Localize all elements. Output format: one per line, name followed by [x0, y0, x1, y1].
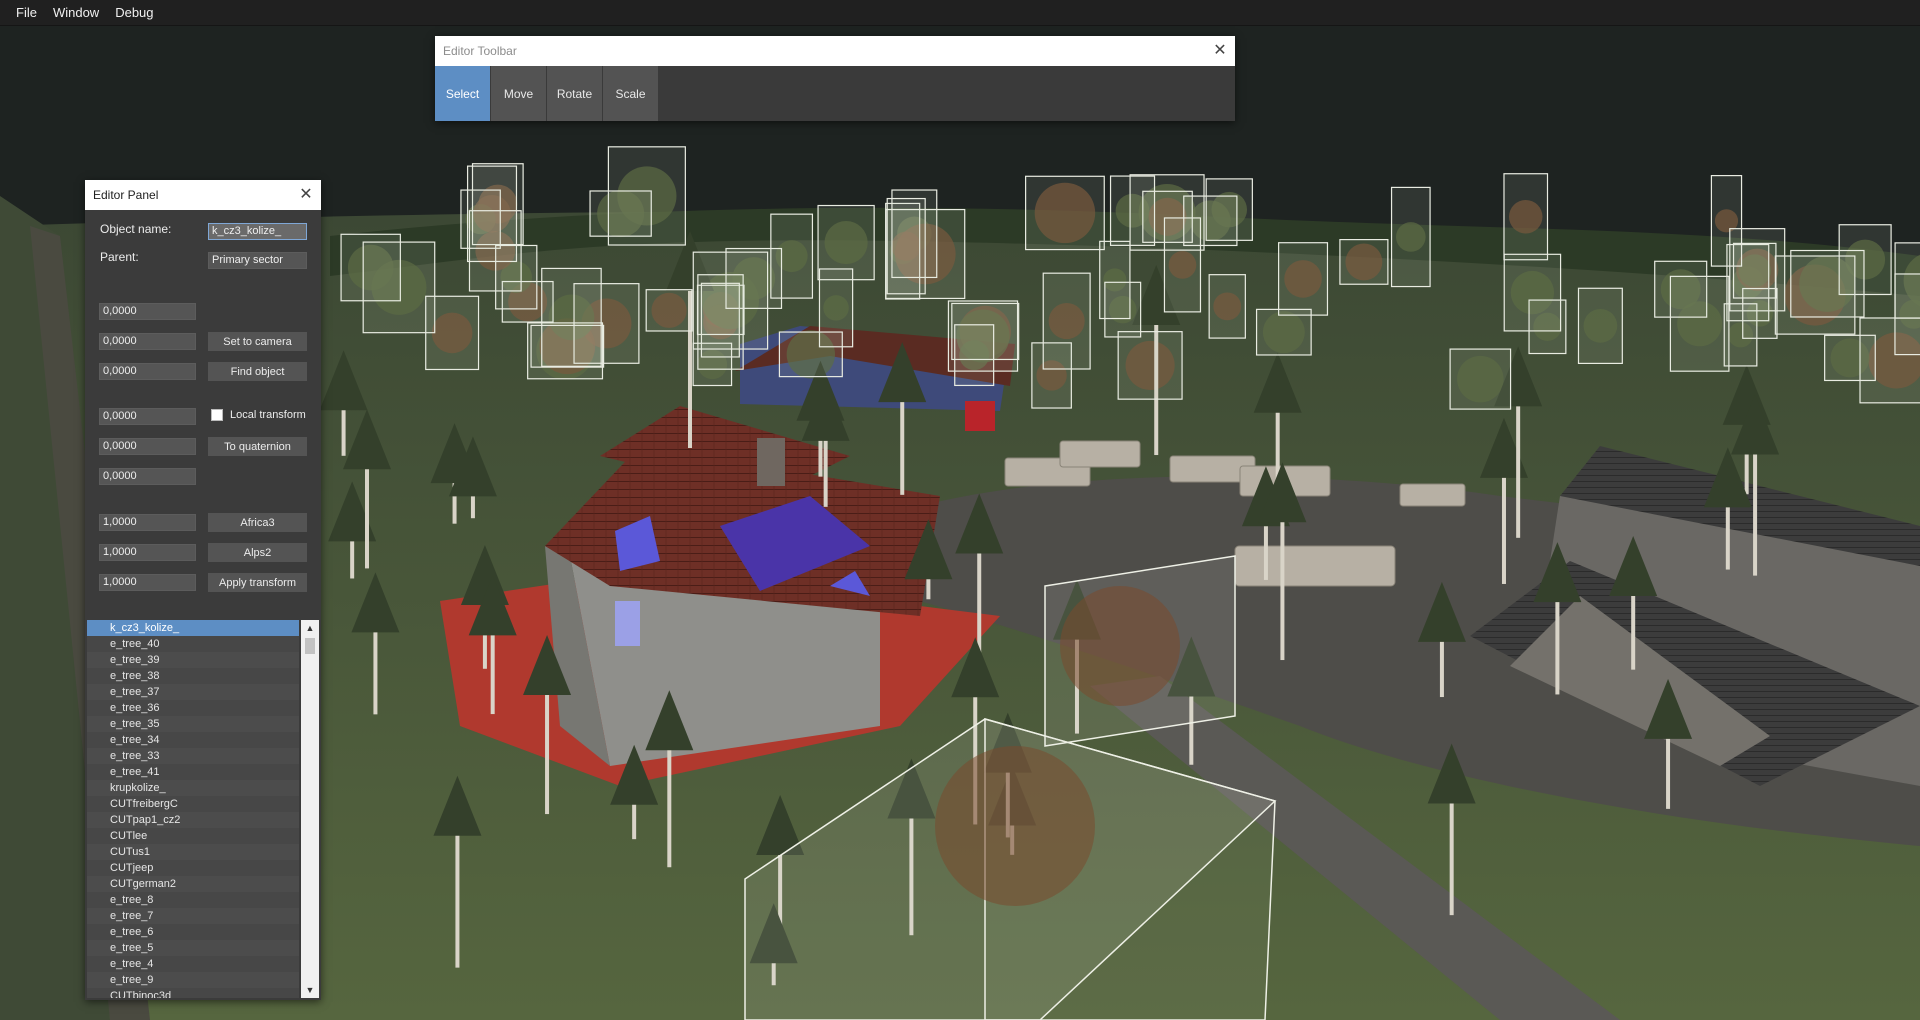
object-list-item[interactable]: e_tree_34 [87, 732, 299, 748]
bounding-box [692, 251, 769, 350]
set-to-camera-button[interactable]: Set to camera [208, 332, 307, 351]
bounding-box [1208, 274, 1246, 339]
local-transform-label: Local transform [230, 409, 306, 421]
bounding-box [1894, 273, 1920, 356]
parent-input[interactable]: Primary sector [208, 252, 307, 269]
bounding-box [954, 324, 995, 387]
object-list-item[interactable]: e_tree_41 [87, 764, 299, 780]
object-list-item[interactable]: CUTfreibergC [87, 796, 299, 812]
bounding-box [818, 268, 854, 348]
scale-y-input[interactable]: 1,0000 [99, 544, 196, 561]
bounding-box [1669, 275, 1730, 372]
object-list-item[interactable]: e_tree_38 [87, 668, 299, 684]
bounding-box [1278, 242, 1329, 316]
tool-move-button[interactable]: Move [491, 66, 546, 121]
object-list-item[interactable]: e_tree_7 [87, 908, 299, 924]
panel-title: Editor Panel [93, 188, 159, 202]
bounding-box [1503, 173, 1549, 261]
rotation-x-input[interactable]: 0,0000 [99, 408, 196, 425]
object-list-item[interactable]: e_tree_4 [87, 956, 299, 972]
bounding-box [1577, 287, 1623, 365]
editor-toolbar-window: Editor Toolbar ✕ Select Move Rotate Scale [435, 36, 1235, 121]
menu-file[interactable]: File [8, 0, 45, 26]
editor-panel-window: Editor Panel ✕ Object name: k_cz3_kolize… [85, 180, 321, 1000]
bounding-box [362, 241, 436, 334]
tool-scale-button[interactable]: Scale [603, 66, 658, 121]
to-quaternion-button[interactable]: To quaternion [208, 437, 307, 456]
panel-close-icon[interactable]: ✕ [297, 186, 315, 204]
object-list-item[interactable]: e_tree_6 [87, 924, 299, 940]
object-list-item[interactable]: e_tree_5 [87, 940, 299, 956]
scroll-down-icon[interactable]: ▼ [301, 982, 319, 998]
panel-titlebar[interactable]: Editor Panel ✕ [85, 180, 321, 210]
object-list-item[interactable]: CUTus1 [87, 844, 299, 860]
scroll-up-icon[interactable]: ▲ [301, 620, 319, 636]
tool-rotate-button[interactable]: Rotate [547, 66, 602, 121]
toolbar-title: Editor Toolbar [443, 44, 517, 58]
bounding-box [645, 289, 693, 332]
africa3-button[interactable]: Africa3 [208, 513, 307, 532]
toolbar-close-icon[interactable]: ✕ [1211, 42, 1229, 60]
bounding-box [1390, 186, 1431, 288]
rotation-z-input[interactable]: 0,0000 [99, 468, 196, 485]
menubar: File Window Debug [0, 0, 1920, 26]
bounding-box [1099, 240, 1131, 320]
local-transform-toggle[interactable]: Local transform [211, 409, 306, 421]
object-list-item[interactable]: e_tree_9 [87, 972, 299, 988]
bounding-box [1790, 249, 1865, 318]
object-list-item[interactable]: CUTgerman2 [87, 876, 299, 892]
bounding-box [468, 210, 522, 292]
object-list-scrollbar[interactable]: ▲ ▼ [301, 620, 319, 998]
tool-select-button[interactable]: Select [435, 66, 490, 121]
find-object-button[interactable]: Find object [208, 362, 307, 381]
object-list-item[interactable]: e_tree_33 [87, 748, 299, 764]
alps2-button[interactable]: Alps2 [208, 543, 307, 562]
bounding-box [770, 213, 814, 299]
bounding-box [1042, 272, 1091, 370]
scale-z-input[interactable]: 1,0000 [99, 574, 196, 591]
menu-debug[interactable]: Debug [107, 0, 161, 26]
position-y-input[interactable]: 0,0000 [99, 333, 196, 350]
apply-transform-button[interactable]: Apply transform [208, 573, 307, 592]
object-list-item[interactable]: CUTpap1_cz2 [87, 812, 299, 828]
scroll-thumb[interactable] [305, 638, 315, 654]
bounding-box [1824, 334, 1876, 382]
parent-label: Parent: [100, 250, 139, 264]
bounding-box [1710, 174, 1743, 267]
object-name-input[interactable]: k_cz3_kolize_ [208, 223, 307, 240]
bounding-box [1255, 308, 1312, 356]
bounding-box [1339, 239, 1389, 285]
position-z-input[interactable]: 0,0000 [99, 363, 196, 380]
bounding-box [1449, 348, 1512, 410]
menu-window[interactable]: Window [45, 0, 107, 26]
object-list-item[interactable]: CUTbinoc3d [87, 988, 299, 998]
object-list-item[interactable]: CUTjeep [87, 860, 299, 876]
object-list-item[interactable]: k_cz3_kolize_ [87, 620, 299, 636]
bounding-box [885, 208, 966, 300]
local-transform-checkbox[interactable] [211, 409, 223, 421]
bounding-box [1183, 195, 1238, 247]
bounding-box [1117, 331, 1183, 400]
object-name-label: Object name: [100, 222, 172, 236]
toolbar-titlebar[interactable]: Editor Toolbar ✕ [435, 36, 1235, 66]
object-list-item[interactable]: e_tree_40 [87, 636, 299, 652]
object-list-item[interactable]: e_tree_36 [87, 700, 299, 716]
object-list-item[interactable]: CUTlee [87, 828, 299, 844]
bounding-box [1503, 253, 1562, 332]
object-list-item[interactable]: e_tree_35 [87, 716, 299, 732]
position-x-input[interactable]: 0,0000 [99, 303, 196, 320]
object-list[interactable]: k_cz3_kolize_ e_tree_40 e_tree_39 e_tree_38… [87, 620, 319, 998]
bounding-box [1025, 175, 1105, 251]
bounding-box [425, 295, 480, 371]
object-list-item[interactable]: e_tree_39 [87, 652, 299, 668]
bounding-box [541, 267, 602, 367]
scale-x-input[interactable]: 1,0000 [99, 514, 196, 531]
object-list-item[interactable]: e_tree_37 [87, 684, 299, 700]
rotation-y-input[interactable]: 0,0000 [99, 438, 196, 455]
object-list-item[interactable]: e_tree_8 [87, 892, 299, 908]
toolbar-tools: Select Move Rotate Scale [435, 66, 1235, 121]
object-list-item[interactable]: krupkolize_ [87, 780, 299, 796]
bounding-box [589, 190, 652, 237]
